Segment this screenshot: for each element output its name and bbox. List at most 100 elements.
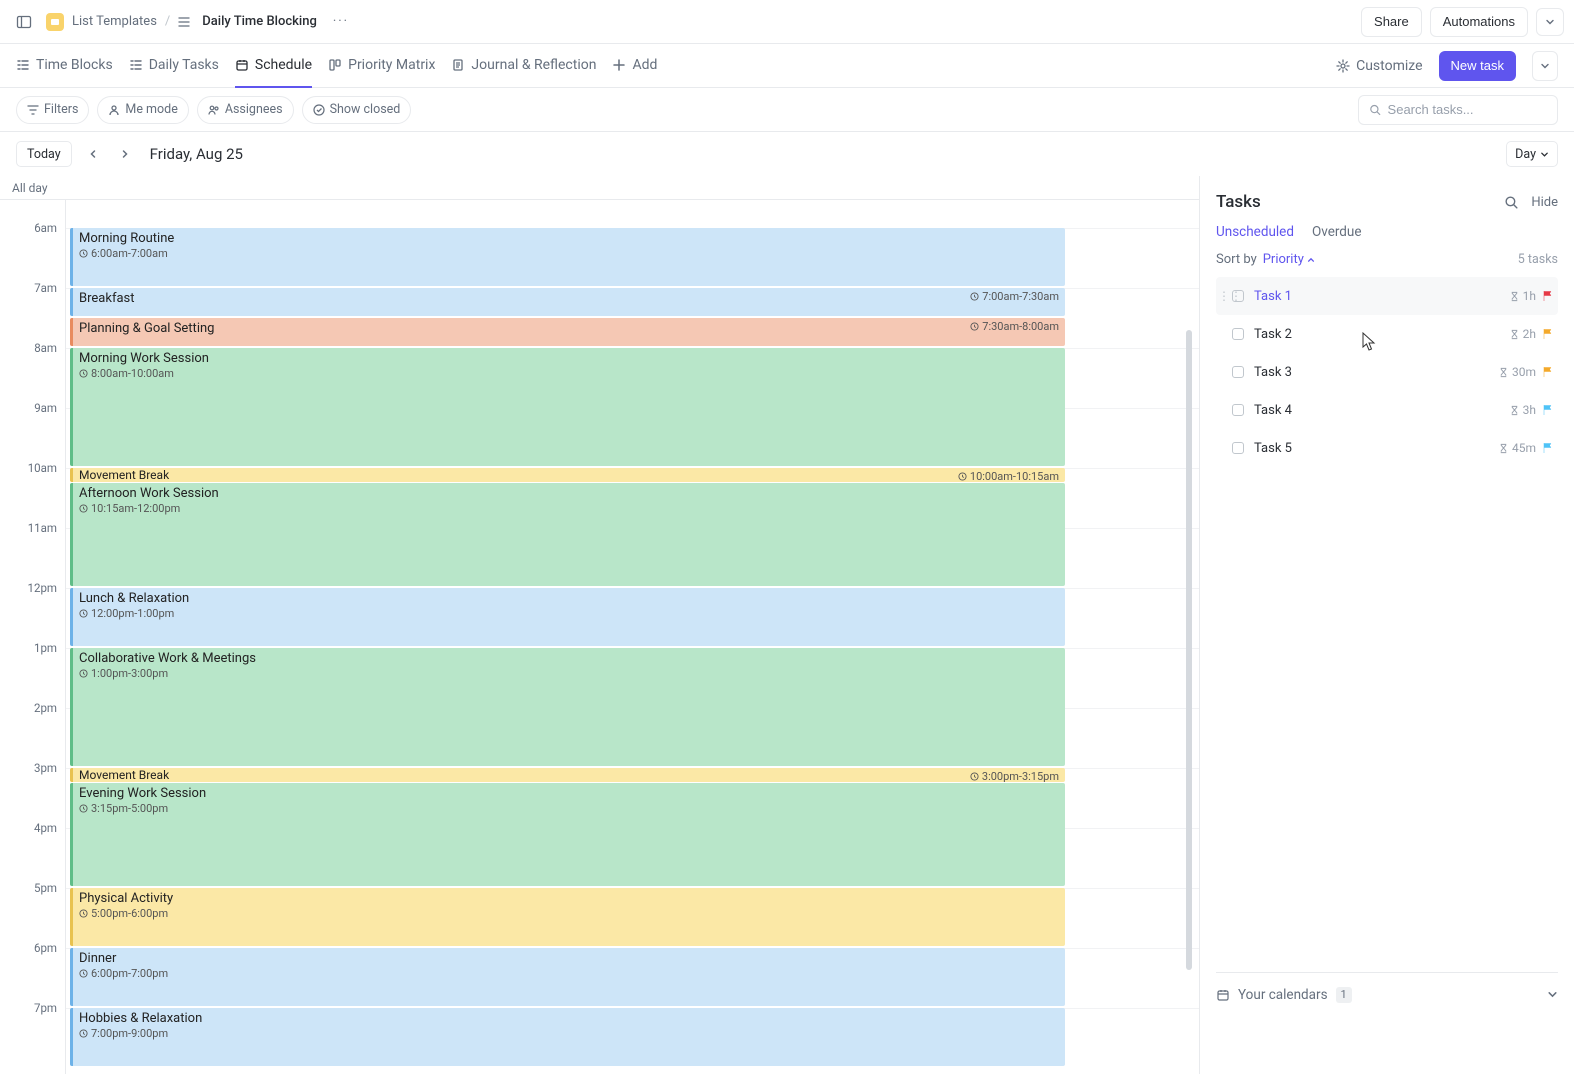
prev-day-button[interactable] <box>82 143 104 165</box>
add-view-button[interactable]: Add <box>612 44 657 88</box>
add-view-label: Add <box>632 57 657 73</box>
event-title: Physical Activity <box>79 891 1057 906</box>
today-button[interactable]: Today <box>16 141 72 167</box>
automations-button[interactable]: Automations <box>1430 7 1528 37</box>
calendar-event[interactable]: Breakfast 7:00am-7:30am <box>70 288 1065 316</box>
breadcrumb-title[interactable]: Daily Time Blocking <box>202 14 317 29</box>
hour-label: 3pm <box>34 761 57 775</box>
drag-handle-icon[interactable]: ⋮⋮ <box>1218 289 1228 303</box>
task-row[interactable]: ⋮⋮ Task 2 2h <box>1216 315 1558 353</box>
task-duration: 2h <box>1509 327 1536 341</box>
chevron-down-icon <box>1540 150 1549 159</box>
view-tab-priority-matrix[interactable]: Priority Matrix <box>328 44 435 88</box>
event-title: Breakfast <box>79 291 135 306</box>
view-tab-label: Journal & Reflection <box>471 57 596 73</box>
event-time: 7:00am-7:30am <box>970 290 1059 303</box>
list-icon <box>16 58 30 72</box>
next-day-button[interactable] <box>114 143 136 165</box>
more-icon[interactable]: ··· <box>333 14 349 29</box>
sort-by-dropdown[interactable]: Priority <box>1263 252 1315 267</box>
calendar-event[interactable]: Afternoon Work Session 10:15am-12:00pm <box>70 483 1065 586</box>
event-time: 7:00pm-9:00pm <box>79 1027 1057 1040</box>
event-title: Evening Work Session <box>79 786 1057 801</box>
calendar-event[interactable]: Movement Break 10:00am-10:15am <box>70 468 1065 482</box>
task-row[interactable]: ⋮⋮ Task 4 3h <box>1216 391 1558 429</box>
new-task-dropdown-icon[interactable] <box>1532 51 1558 81</box>
calendar-event[interactable]: Planning & Goal Setting 7:30am-8:00am <box>70 318 1065 346</box>
view-tab-label: Priority Matrix <box>348 57 435 73</box>
your-calendars-label: Your calendars <box>1238 987 1328 1003</box>
task-row[interactable]: ⋮⋮ Task 5 45m <box>1216 429 1558 467</box>
hour-label: 9am <box>34 401 57 415</box>
list-icon <box>178 16 190 28</box>
person-icon <box>108 104 120 116</box>
scrollbar[interactable] <box>1185 200 1193 1074</box>
event-title: Morning Routine <box>79 231 1057 246</box>
view-mode-dropdown[interactable]: Day <box>1506 141 1558 167</box>
event-title: Dinner <box>79 951 1057 966</box>
task-row[interactable]: ⋮⋮ Task 1 1h <box>1216 277 1558 315</box>
calendar-icon <box>1216 988 1230 1002</box>
event-time: 10:00am-10:15am <box>958 470 1059 482</box>
calendar-event[interactable]: Evening Work Session 3:15pm-5:00pm <box>70 783 1065 886</box>
view-tab-time-blocks[interactable]: Time Blocks <box>16 44 113 88</box>
hour-label: 6pm <box>34 941 57 955</box>
assignees-button[interactable]: Assignees <box>197 96 294 124</box>
view-tab-schedule[interactable]: Schedule <box>235 44 312 88</box>
customize-button[interactable]: Customize <box>1336 58 1422 74</box>
new-task-button[interactable]: New task <box>1439 51 1516 81</box>
hide-button[interactable]: Hide <box>1531 195 1558 210</box>
search-icon[interactable] <box>1504 195 1519 210</box>
share-button[interactable]: Share <box>1361 7 1422 37</box>
calendar-event[interactable]: Physical Activity 5:00pm-6:00pm <box>70 888 1065 946</box>
task-duration: 30m <box>1498 365 1536 379</box>
search-input-container[interactable] <box>1358 95 1558 125</box>
task-duration: 1h <box>1509 289 1536 303</box>
view-tab-daily-tasks[interactable]: Daily Tasks <box>129 44 219 88</box>
view-tab-label: Daily Tasks <box>149 57 219 73</box>
task-checkbox[interactable] <box>1232 290 1244 302</box>
list-icon <box>129 58 143 72</box>
sidebar-toggle-icon[interactable] <box>10 8 38 36</box>
priority-flag-icon <box>1542 328 1554 340</box>
task-checkbox[interactable] <box>1232 442 1244 454</box>
check-circle-icon <box>313 104 325 116</box>
view-tab-journal-reflection[interactable]: Journal & Reflection <box>451 44 596 88</box>
calendar-event[interactable]: Morning Routine 6:00am-7:00am <box>70 228 1065 286</box>
breadcrumb-parent[interactable]: List Templates <box>72 14 157 29</box>
event-title: Hobbies & Relaxation <box>79 1011 1057 1026</box>
scrollbar-thumb[interactable] <box>1186 330 1192 970</box>
breadcrumb: List Templates / Daily Time Blocking ··· <box>46 13 1361 31</box>
calendar-event[interactable]: Morning Work Session 8:00am-10:00am <box>70 348 1065 466</box>
hour-label: 6am <box>34 221 57 235</box>
filters-button[interactable]: Filters <box>16 96 89 124</box>
task-checkbox[interactable] <box>1232 404 1244 416</box>
event-time: 5:00pm-6:00pm <box>79 907 1057 920</box>
allday-row: All day <box>0 176 1199 200</box>
calendar-event[interactable]: Hobbies & Relaxation 7:00pm-9:00pm <box>70 1008 1065 1066</box>
chevron-down-icon <box>1547 989 1558 1000</box>
task-name: Task 5 <box>1254 441 1498 456</box>
automations-dropdown-icon[interactable] <box>1536 8 1564 36</box>
tab-unscheduled[interactable]: Unscheduled <box>1216 224 1294 240</box>
board-icon <box>328 58 342 72</box>
task-row[interactable]: ⋮⋮ Task 3 30m <box>1216 353 1558 391</box>
task-checkbox[interactable] <box>1232 328 1244 340</box>
calendar-event[interactable]: Movement Break 3:00pm-3:15pm <box>70 768 1065 782</box>
gear-icon <box>1336 59 1350 73</box>
show-closed-button[interactable]: Show closed <box>302 96 412 124</box>
task-checkbox[interactable] <box>1232 366 1244 378</box>
hour-label: 5pm <box>34 881 57 895</box>
priority-flag-icon <box>1542 290 1554 302</box>
calendar-event[interactable]: Lunch & Relaxation 12:00pm-1:00pm <box>70 588 1065 646</box>
event-time: 8:00am-10:00am <box>79 367 1057 380</box>
calendar-event[interactable]: Dinner 6:00pm-7:00pm <box>70 948 1065 1006</box>
calendar-event[interactable]: Collaborative Work & Meetings 1:00pm-3:0… <box>70 648 1065 766</box>
calendar[interactable]: All day 6am7am8am9am10am11am12pm1pm2pm3p… <box>0 176 1200 1074</box>
hour-label: 1pm <box>34 641 57 655</box>
task-name: Task 1 <box>1254 289 1509 304</box>
me-mode-button[interactable]: Me mode <box>97 96 188 124</box>
your-calendars-row[interactable]: Your calendars 1 <box>1216 972 1558 1016</box>
search-input[interactable] <box>1388 102 1547 117</box>
tab-overdue[interactable]: Overdue <box>1312 224 1362 240</box>
